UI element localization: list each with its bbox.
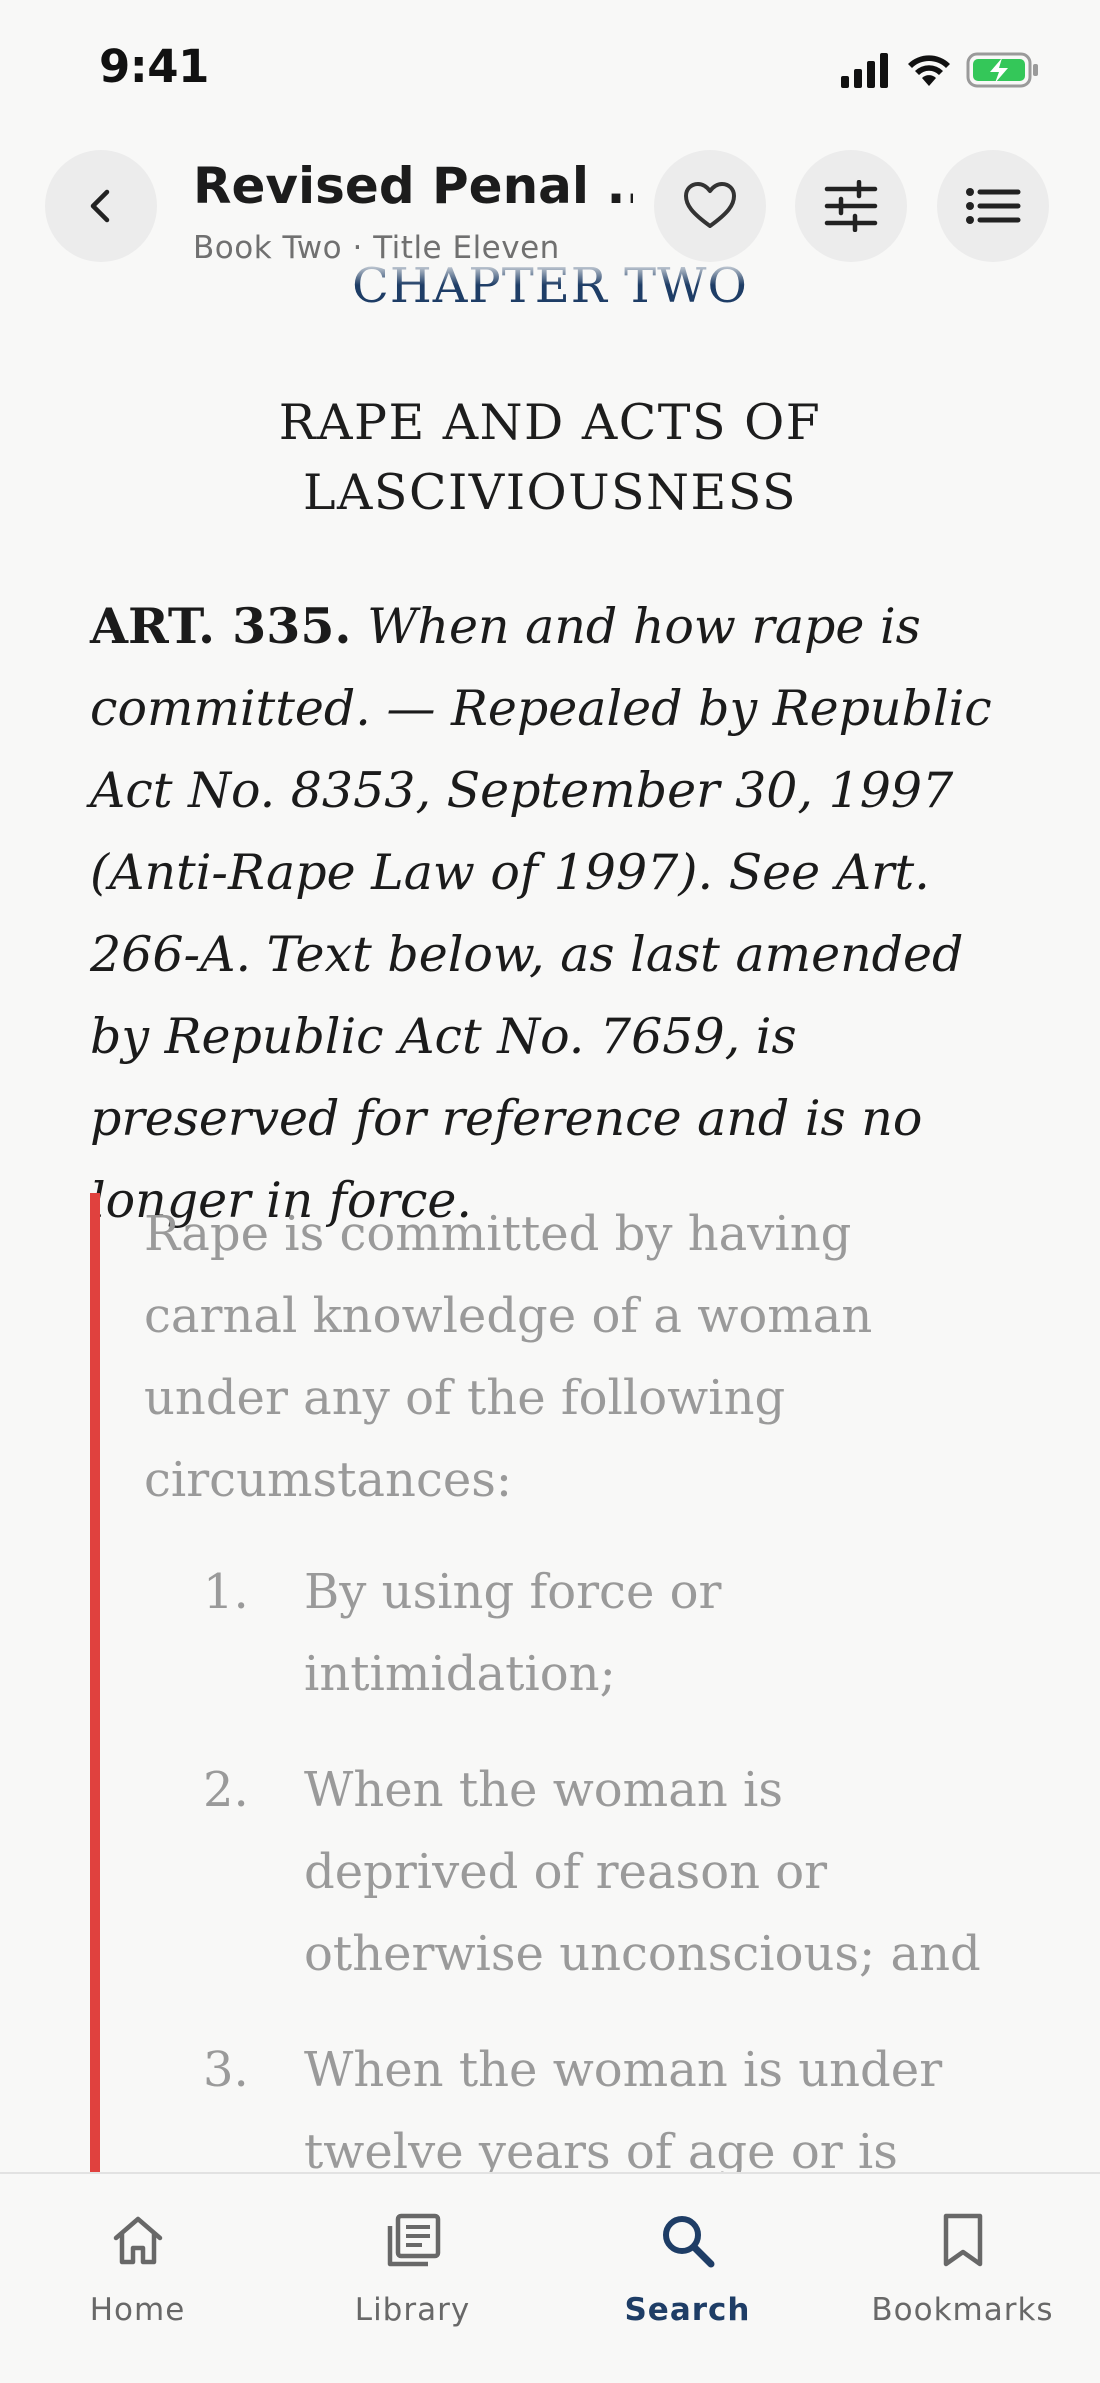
list-item-number: 1. <box>203 1564 249 1620</box>
bookmark-icon <box>943 2213 982 2267</box>
status-icons <box>840 50 1050 90</box>
list-item: 2. When the woman is deprived of reason … <box>144 1749 1010 1995</box>
article-number: ART. 335. <box>90 597 352 655</box>
nav-icon-wrap <box>550 2212 825 2272</box>
nav-item-home[interactable]: Home <box>0 2174 275 2383</box>
list-item-text: When the woman is deprived of reason or … <box>304 1762 981 1982</box>
list-item-text: When the woman is under twelve years of … <box>304 2042 943 2172</box>
list-item-number: 3. <box>203 2042 249 2098</box>
nav-label-bookmarks: Bookmarks <box>871 2292 1054 2328</box>
table-of-contents-button[interactable] <box>937 150 1049 262</box>
bottom-navigation: Home Library Search Bookmarks <box>0 2172 1100 2383</box>
repealed-text-blockquote: Rape is committed by having carnal knowl… <box>90 1193 1010 2172</box>
reader-top-bar: Revised Penal ... Book Two · Title Eleve… <box>0 150 1100 275</box>
nav-icon-wrap <box>275 2212 550 2272</box>
wifi-icon <box>908 55 950 86</box>
blockquote-bar <box>90 1193 100 2172</box>
status-bar: 9:41 <box>0 0 1100 140</box>
list-item-text: By using force or intimidation; <box>304 1564 722 1702</box>
sliders-icon <box>824 180 878 232</box>
list-item-number: 2. <box>203 1762 249 1818</box>
list-item: 3. When the woman is under twelve years … <box>144 2029 1010 2172</box>
list-item: 1. By using force or intimidation; <box>144 1551 1010 1715</box>
favorite-button[interactable] <box>654 150 766 262</box>
document-subtitle: Book Two · Title Eleven <box>193 230 560 266</box>
nav-item-bookmarks[interactable]: Bookmarks <box>825 2174 1100 2383</box>
heart-icon <box>684 182 736 228</box>
nav-label-library: Library <box>354 2292 471 2328</box>
blockquote-intro: Rape is committed by having carnal knowl… <box>144 1206 873 1508</box>
nav-item-search[interactable]: Search <box>550 2174 825 2383</box>
back-button[interactable] <box>45 150 157 262</box>
search-icon <box>662 2216 714 2268</box>
document-title-block: Revised Penal ... Book Two · Title Eleve… <box>193 156 633 268</box>
nav-label-search: Search <box>624 2292 751 2328</box>
nav-item-library[interactable]: Library <box>275 2174 550 2383</box>
chevron-left-icon <box>90 189 110 223</box>
battery-charging-icon <box>966 52 1038 88</box>
nav-icon-wrap <box>0 2212 275 2272</box>
display-settings-button[interactable] <box>795 150 907 262</box>
home-icon <box>113 2216 162 2265</box>
list-icon <box>966 188 1021 224</box>
cellular-signal-icon <box>841 53 888 88</box>
nav-icon-wrap <box>825 2212 1100 2272</box>
article-text: When and how rape is committed. — Repeal… <box>90 598 992 1229</box>
reader-content[interactable]: CHAPTER TWO RAPE AND ACTS OF LASCIVIOUSN… <box>0 0 1100 2172</box>
chapter-title: RAPE AND ACTS OF LASCIVIOUSNESS <box>278 394 822 521</box>
library-icon <box>387 2213 440 2267</box>
article-paragraph: ART. 335. When and how rape is committed… <box>90 585 1010 1242</box>
nav-label-home: Home <box>89 2292 186 2328</box>
status-time: 9:41 <box>99 40 209 93</box>
document-title: Revised Penal ... <box>193 157 633 215</box>
blockquote-list: 1. By using force or intimidation; 2. Wh… <box>144 1551 1010 2172</box>
